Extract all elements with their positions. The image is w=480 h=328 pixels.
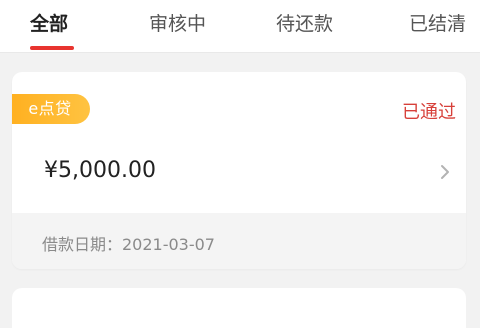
loan-status-tabs: 全部 审核中 待还款 已结清 xyxy=(0,0,480,53)
next-loan-card[interactable] xyxy=(12,288,466,328)
active-tab-indicator xyxy=(30,46,74,50)
product-badge: e点贷 xyxy=(12,94,90,124)
card-footer: 借款日期：2021-03-07 xyxy=(12,213,466,269)
loan-card[interactable]: e点贷 已通过 ¥5,000.00 借款日期：2021-03-07 xyxy=(12,72,466,269)
chevron-right-icon[interactable] xyxy=(436,160,454,184)
tab-settled[interactable]: 已结清 xyxy=(409,10,466,38)
approval-status: 已通过 xyxy=(402,102,456,123)
tab-under-review[interactable]: 审核中 xyxy=(149,10,206,38)
tab-pending-repayment[interactable]: 待还款 xyxy=(276,10,333,38)
borrow-date: 借款日期：2021-03-07 xyxy=(42,235,215,254)
tab-all[interactable]: 全部 xyxy=(30,10,68,38)
loan-amount: ¥5,000.00 xyxy=(44,158,156,183)
